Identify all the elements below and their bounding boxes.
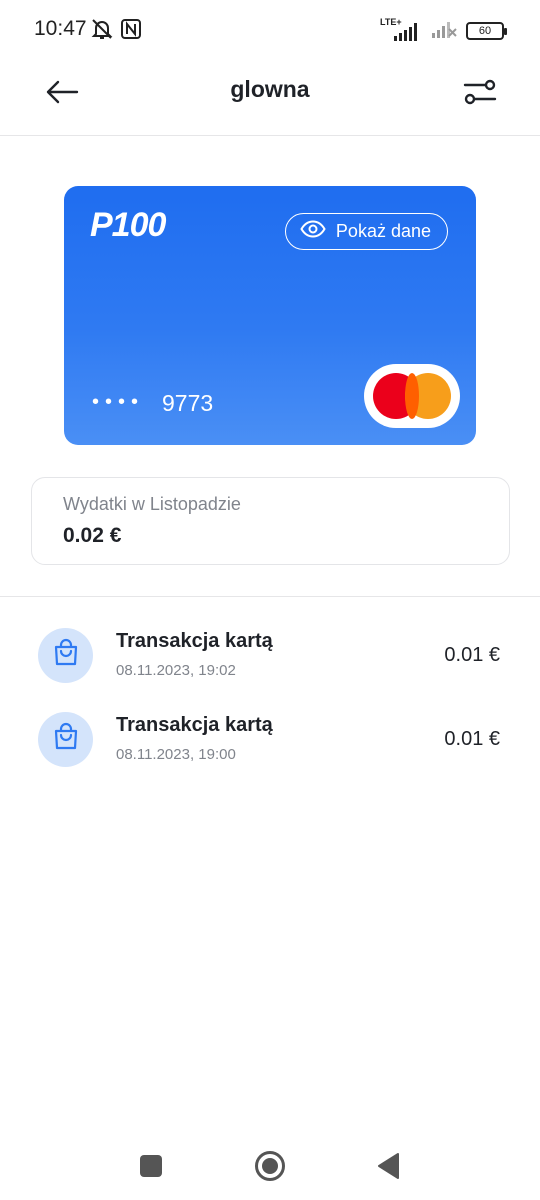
masked-card-number: •••• bbox=[92, 391, 145, 413]
transaction-row[interactable]: Transakcja kartą 08.11.2023, 19:02 0.01 … bbox=[0, 628, 540, 704]
recents-button[interactable] bbox=[133, 1150, 169, 1186]
transaction-amount: 0.01 € bbox=[444, 728, 500, 750]
eye-icon bbox=[300, 220, 326, 243]
home-circle-icon bbox=[254, 1150, 286, 1187]
transaction-amount: 0.01 € bbox=[444, 644, 500, 666]
bell-muted-icon bbox=[90, 17, 114, 46]
sliders-icon bbox=[463, 79, 497, 110]
transaction-title: Transakcja kartą bbox=[116, 630, 273, 652]
spending-label: Wydatki w Listopadzie bbox=[63, 494, 241, 514]
transaction-icon-badge bbox=[38, 628, 93, 683]
back-triangle-icon bbox=[376, 1152, 400, 1185]
shopping-bag-icon bbox=[52, 638, 80, 673]
battery-icon: 60 bbox=[466, 21, 507, 40]
shopping-bag-icon bbox=[52, 722, 80, 757]
monthly-spending-box: Wydatki w Listopadzie 0.02 € bbox=[31, 477, 510, 565]
transaction-row[interactable]: Transakcja kartą 08.11.2023, 19:00 0.01 … bbox=[0, 712, 540, 788]
signal-off-icon bbox=[430, 16, 458, 45]
home-button[interactable] bbox=[252, 1150, 288, 1186]
divider bbox=[0, 596, 540, 597]
status-time: 10:47 bbox=[34, 17, 87, 40]
nfc-icon bbox=[120, 18, 142, 45]
app-header: glowna bbox=[0, 60, 540, 136]
back-nav-button[interactable] bbox=[370, 1150, 406, 1186]
card-logo: P100 bbox=[90, 206, 166, 244]
payment-card[interactable]: P100 Pokaż dane •••• 9773 bbox=[64, 186, 476, 445]
card-last-digits: 9773 bbox=[162, 390, 214, 416]
spending-value: 0.02 € bbox=[63, 524, 122, 547]
signal-icon: LTE+ bbox=[380, 17, 422, 43]
transaction-date: 08.11.2023, 19:02 bbox=[116, 662, 236, 679]
recents-square-icon bbox=[139, 1154, 163, 1183]
system-nav-bar bbox=[0, 1130, 540, 1200]
show-data-label: Pokaż dane bbox=[335, 221, 431, 241]
show-data-button[interactable]: Pokaż dane bbox=[284, 213, 448, 250]
filter-button[interactable] bbox=[458, 72, 502, 116]
status-bar: 10:47 LTE+ 60 bbox=[0, 0, 540, 60]
mastercard-logo bbox=[364, 364, 460, 428]
transaction-date: 08.11.2023, 19:00 bbox=[116, 746, 236, 763]
transaction-title: Transakcja kartą bbox=[116, 714, 273, 736]
transaction-icon-badge bbox=[38, 712, 93, 767]
